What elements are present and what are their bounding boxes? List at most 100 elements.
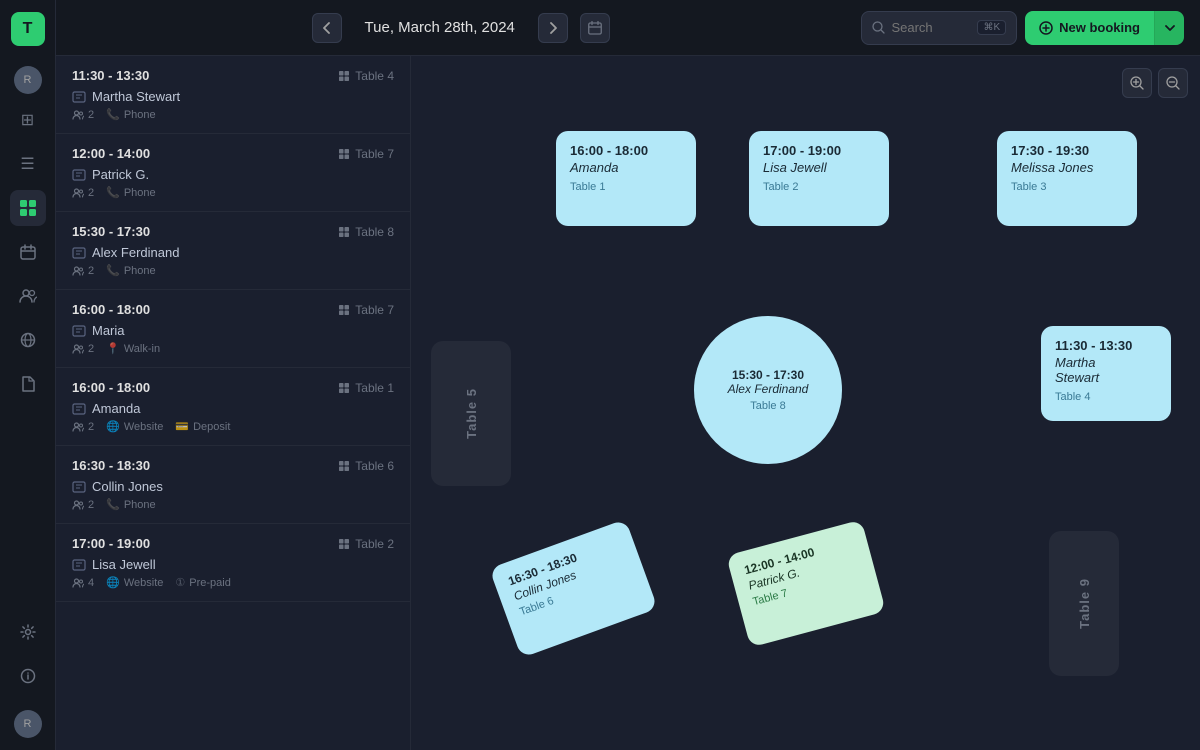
- floor-rotated-card[interactable]: 16:30 - 18:30 Collin Jones Table 6: [489, 519, 658, 658]
- floor-rotated-card[interactable]: 12:00 - 14:00 Patrick G. Table 7: [726, 520, 886, 648]
- floor-table-card[interactable]: 17:30 - 19:30 Melissa Jones Table 3: [997, 131, 1137, 226]
- list-item[interactable]: 15:30 - 17:30 Table 8 Alex Ferdinand: [56, 212, 410, 290]
- list-item[interactable]: 16:00 - 18:00 Table 1 Amanda: [56, 368, 410, 446]
- booking-name: Patrick G.: [72, 167, 394, 182]
- card-name: MarthaStewart: [1055, 355, 1157, 385]
- table-label: Table 9: [1077, 578, 1092, 629]
- table-icon-small: [338, 382, 350, 394]
- source-icon: 📞: [106, 498, 120, 511]
- booking-extra: ① Pre-paid: [175, 576, 230, 589]
- floor-table-card[interactable]: 16:00 - 18:00 Amanda Table 1: [556, 131, 696, 226]
- card-table: Table 2: [763, 181, 875, 193]
- search-input[interactable]: [891, 20, 971, 35]
- floor-vertical-table-5[interactable]: Table 5: [431, 341, 511, 486]
- booking-time: 16:00 - 18:00: [72, 302, 150, 317]
- prev-date-button[interactable]: [312, 13, 342, 43]
- booking-table: Table 4: [338, 69, 394, 83]
- booking-header: 12:00 - 14:00 Table 7: [72, 146, 394, 161]
- list-item[interactable]: 16:30 - 18:30 Table 6 Collin Jones: [56, 446, 410, 524]
- chevron-down-icon: [1165, 25, 1175, 31]
- topbar: Tue, March 28th, 2024: [56, 0, 1200, 56]
- next-date-button[interactable]: [538, 13, 568, 43]
- guest-count: 4: [72, 576, 94, 589]
- sidebar-icon-settings[interactable]: [10, 614, 46, 650]
- main-content: Tue, March 28th, 2024: [56, 0, 1200, 750]
- floor-oval-table[interactable]: 15:30 - 17:30 Alex Ferdinand Table 8: [694, 316, 842, 464]
- date-navigation: Tue, March 28th, 2024: [72, 13, 849, 43]
- list-item[interactable]: 11:30 - 13:30 Table 4 Martha Stewart: [56, 56, 410, 134]
- guests-icon: [72, 422, 84, 432]
- list-item[interactable]: 12:00 - 14:00 Table 7 Patrick G.: [56, 134, 410, 212]
- card-time: 16:00 - 18:00: [570, 143, 682, 158]
- sidebar-icon-grid[interactable]: ⊞: [10, 102, 46, 138]
- floor-table-card[interactable]: 11:30 - 13:30 MarthaStewart Table 4: [1041, 326, 1171, 421]
- floor-table-card[interactable]: 17:00 - 19:00 Lisa Jewell Table 2: [749, 131, 889, 226]
- person-icon: [72, 247, 86, 259]
- source-label: Website: [124, 421, 164, 433]
- booking-name: Collin Jones: [72, 479, 394, 494]
- sidebar-icon-file[interactable]: [10, 366, 46, 402]
- extra-label: Pre-paid: [189, 577, 231, 589]
- source-label: Phone: [124, 499, 156, 511]
- list-item[interactable]: 17:00 - 19:00 Table 2 Lisa Jewell: [56, 524, 410, 602]
- sidebar-icon-info[interactable]: [10, 658, 46, 694]
- guest-count: 2: [72, 420, 94, 433]
- person-icon: [72, 481, 86, 493]
- zoom-in-button[interactable]: [1122, 68, 1152, 98]
- source-icon: 📞: [106, 186, 120, 199]
- card-table: Table 8: [750, 400, 785, 412]
- user-avatar-top[interactable]: R: [14, 66, 42, 94]
- guests-icon: [72, 266, 84, 276]
- booking-source: 📞 Phone: [106, 186, 156, 199]
- guest-count: 2: [72, 498, 94, 511]
- table-icon-small: [338, 538, 350, 550]
- sidebar-icon-globe[interactable]: [10, 322, 46, 358]
- card-name: Alex Ferdinand: [728, 382, 809, 396]
- booking-time: 15:30 - 17:30: [72, 224, 150, 239]
- booking-extra: 💳 Deposit: [175, 420, 230, 433]
- guest-count: 2: [72, 264, 94, 277]
- app-logo[interactable]: T: [11, 12, 45, 46]
- booking-table: Table 8: [338, 225, 394, 239]
- floor-canvas: 16:00 - 18:00 Amanda Table 1 17:00 - 19:…: [411, 56, 1200, 750]
- content-area: 11:30 - 13:30 Table 4 Martha Stewart: [56, 56, 1200, 750]
- guest-count: 2: [72, 186, 94, 199]
- booking-name: Lisa Jewell: [72, 557, 394, 572]
- card-time: 15:30 - 17:30: [732, 368, 804, 382]
- sidebar-icon-calendar[interactable]: [10, 234, 46, 270]
- new-booking-main-button[interactable]: New booking: [1025, 11, 1154, 45]
- card-table: Table 1: [570, 181, 682, 193]
- guests-icon: [72, 110, 84, 120]
- booking-header: 16:00 - 18:00 Table 1: [72, 380, 394, 395]
- source-label: Phone: [124, 109, 156, 121]
- booking-source: 📍 Walk-in: [106, 342, 160, 355]
- zoom-out-button[interactable]: [1158, 68, 1188, 98]
- booking-source: 📞 Phone: [106, 108, 156, 121]
- booking-table: Table 6: [338, 459, 394, 473]
- floor-vertical-table-9[interactable]: Table 9: [1049, 531, 1119, 676]
- card-name: Amanda: [570, 160, 682, 175]
- source-icon: 📞: [106, 264, 120, 277]
- sidebar-icon-table[interactable]: [10, 190, 46, 226]
- source-label: Walk-in: [124, 343, 160, 355]
- booking-meta: 2 📍 Walk-in: [72, 342, 394, 355]
- booking-source: 🌐 Website: [106, 576, 163, 589]
- booking-time: 16:00 - 18:00: [72, 380, 150, 395]
- source-icon: 🌐: [106, 420, 120, 433]
- extra-icon: ①: [175, 576, 185, 589]
- table-icon-small: [338, 460, 350, 472]
- sidebar-icon-users[interactable]: [10, 278, 46, 314]
- calendar-picker-button[interactable]: [580, 13, 610, 43]
- search-box[interactable]: ⌘K: [861, 11, 1017, 45]
- card-name: Lisa Jewell: [763, 160, 875, 175]
- bookings-list: 11:30 - 13:30 Table 4 Martha Stewart: [56, 56, 411, 750]
- booking-source: 📞 Phone: [106, 498, 156, 511]
- source-icon: 🌐: [106, 576, 120, 589]
- user-avatar-bottom[interactable]: R: [14, 710, 42, 738]
- guest-count: 2: [72, 108, 94, 121]
- booking-table: Table 7: [338, 303, 394, 317]
- new-booking-dropdown-button[interactable]: [1154, 11, 1184, 45]
- sidebar-icon-menu[interactable]: ☰: [10, 146, 46, 182]
- list-item[interactable]: 16:00 - 18:00 Table 7 Maria: [56, 290, 410, 368]
- search-icon: [872, 21, 885, 34]
